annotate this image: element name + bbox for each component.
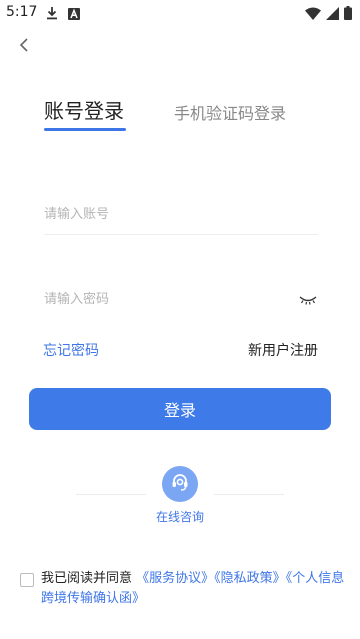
eye-closed-icon[interactable]: [298, 291, 318, 305]
tab-sms-login[interactable]: 手机验证码登录: [174, 100, 286, 124]
online-consult-label[interactable]: 在线咨询: [0, 508, 360, 525]
headset-icon: [169, 471, 191, 497]
status-icons-right: [305, 5, 352, 24]
status-bar: 5:17: [0, 0, 360, 26]
signal-icon: [326, 5, 339, 24]
consult-divider-left: [76, 494, 146, 495]
wifi-icon: [305, 5, 321, 24]
tab-account-login[interactable]: 账号登录: [44, 95, 124, 124]
online-consult-button[interactable]: [162, 466, 198, 502]
privacy-policy-link[interactable]: 《隐私政策》: [214, 571, 286, 586]
account-input-divider: [44, 234, 318, 235]
status-icons-left: [46, 5, 80, 24]
download-icon: [46, 5, 58, 24]
password-input[interactable]: [44, 278, 318, 318]
agreement-checkbox[interactable]: [20, 573, 34, 587]
active-tab-indicator: [44, 128, 126, 131]
forgot-password-link[interactable]: 忘记密码: [43, 340, 99, 360]
chevron-left-icon: [14, 38, 36, 60]
a-badge-icon: [68, 5, 80, 24]
agreement-text: 我已阅读并同意 《服务协议》《隐私政策》《个人信息跨境传输确认函》: [41, 569, 346, 609]
service-agreement-link[interactable]: 《服务协议》: [136, 571, 214, 586]
battery-icon: [344, 5, 352, 24]
back-button[interactable]: [14, 34, 36, 56]
status-time: 5:17: [6, 4, 38, 20]
agreement-prefix: 我已阅读并同意: [41, 571, 133, 586]
consult-divider-right: [214, 494, 284, 495]
login-button[interactable]: 登录: [29, 388, 331, 430]
register-link[interactable]: 新用户注册: [248, 340, 318, 360]
account-input[interactable]: [44, 193, 318, 233]
